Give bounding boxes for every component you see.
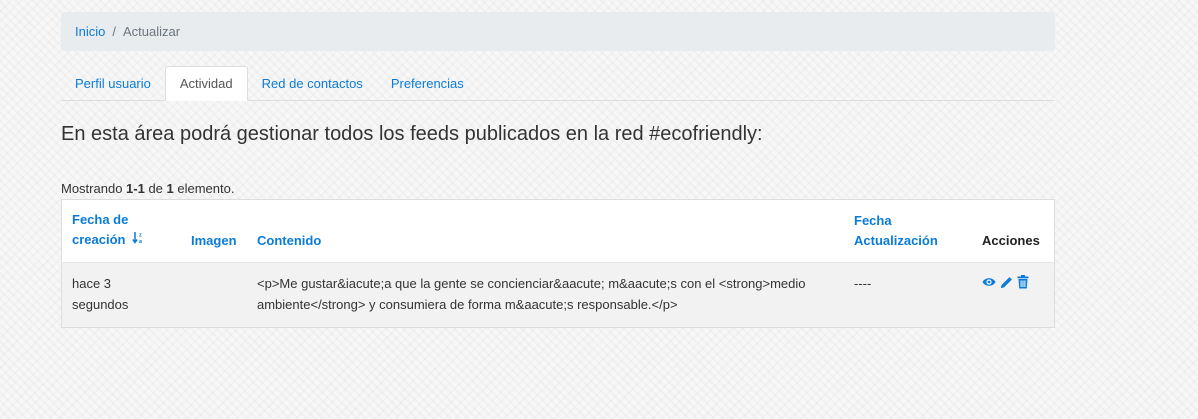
- cell-imagen: [181, 262, 247, 328]
- pencil-icon[interactable]: [1000, 276, 1013, 289]
- cell-fecha-creacion: hace 3 segundos: [61, 262, 181, 328]
- feeds-table: Fecha de creación z a Imagen Contenido F…: [61, 199, 1055, 328]
- sort-alpha-icon: z a: [132, 232, 144, 247]
- table-row: hace 3 segundos <p>Me gustar&iacute;a qu…: [61, 262, 1055, 328]
- tab-preferencias[interactable]: Preferencias: [377, 67, 478, 100]
- summary-total: 1: [166, 181, 174, 196]
- summary-middle: de: [144, 181, 167, 196]
- table-header-row: Fecha de creación z a Imagen Contenido F…: [62, 200, 1055, 263]
- cell-contenido: <p>Me gustar&iacute;a que la gente se co…: [247, 262, 844, 328]
- summary-suffix: elemento.: [173, 181, 235, 196]
- column-header-acciones: Acciones: [982, 233, 1040, 248]
- breadcrumb-current: Actualizar: [122, 24, 181, 39]
- column-header-fecha-creacion[interactable]: Fecha de creación z a: [62, 200, 182, 263]
- page-container: Inicio / Actualizar Perfil usuario Activ…: [61, 12, 1055, 328]
- eye-icon[interactable]: [982, 276, 996, 288]
- tab-bar: Perfil usuario Actividad Red de contacto…: [61, 66, 1055, 101]
- svg-text:a: a: [139, 239, 143, 244]
- breadcrumb: Inicio / Actualizar: [61, 12, 1055, 51]
- cell-acciones: [972, 262, 1055, 328]
- summary-prefix: Mostrando: [61, 181, 127, 196]
- summary-range: 1-1: [126, 181, 145, 196]
- row-actions: [982, 275, 1044, 289]
- tab-red-de-contactos[interactable]: Red de contactos: [248, 67, 377, 100]
- page-heading: En esta área podrá gestionar todos los f…: [61, 123, 763, 145]
- column-header-fecha-creacion-label: Fecha de creación: [72, 212, 129, 247]
- tab-perfil-usuario[interactable]: Perfil usuario: [61, 67, 165, 100]
- column-header-fecha-actualizacion[interactable]: Fecha Actualización: [844, 200, 972, 263]
- column-header-contenido[interactable]: Contenido: [247, 200, 844, 263]
- trash-icon[interactable]: [1017, 275, 1029, 289]
- breadcrumb-separator: /: [112, 24, 116, 39]
- column-header-imagen[interactable]: Imagen: [181, 200, 247, 263]
- cell-fecha-actualizacion: ----: [844, 262, 972, 328]
- breadcrumb-home-link[interactable]: Inicio: [75, 24, 105, 39]
- tab-actividad[interactable]: Actividad: [164, 66, 248, 101]
- results-summary: Mostrando 1-1 de 1 elemento.: [61, 181, 1055, 196]
- svg-text:z: z: [139, 233, 142, 239]
